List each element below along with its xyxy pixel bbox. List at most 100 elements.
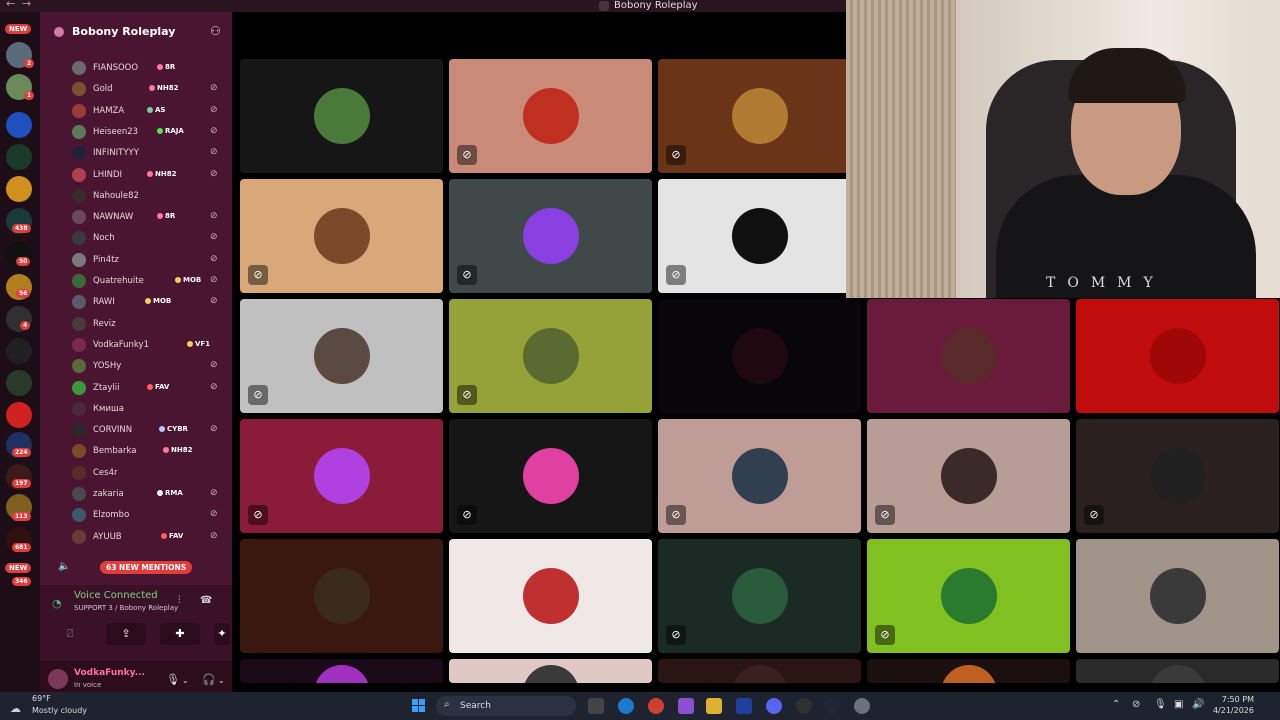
participant-tile[interactable] — [1076, 659, 1279, 683]
participant-tile[interactable] — [240, 539, 443, 653]
member-row[interactable]: FIANSOOO 8R — [72, 58, 222, 78]
member-row[interactable]: NAWNAW 8R ⊘ — [72, 207, 222, 227]
member-row[interactable]: Quatrehuite MOB ⊘ — [72, 271, 222, 291]
member-row[interactable]: AYUUB FAV ⊘ — [72, 527, 222, 547]
copilot-icon[interactable] — [678, 698, 694, 714]
new-pill-bottom[interactable]: NEW — [5, 563, 32, 573]
participant-tile[interactable]: ⊘ — [449, 419, 652, 533]
server-icon[interactable] — [6, 370, 32, 396]
add-member-icon[interactable]: ⚇ — [210, 24, 221, 38]
taskbar-search[interactable]: ⌕ Search — [436, 696, 576, 716]
server-icon[interactable] — [6, 402, 32, 428]
username[interactable]: VodkaFunky... — [74, 668, 145, 678]
participant-tile[interactable]: ⊘ — [240, 179, 443, 293]
new-pill-top[interactable]: NEW — [5, 24, 32, 34]
steam-icon[interactable] — [824, 698, 840, 714]
server-icon[interactable] — [6, 144, 32, 170]
participant-tile[interactable] — [240, 659, 443, 683]
member-row[interactable]: INFINITYYY ⊘ — [72, 143, 222, 163]
disconnect-icon[interactable]: ☎ — [200, 595, 212, 606]
member-row[interactable]: Кмиша — [72, 399, 222, 419]
server-icon[interactable] — [6, 112, 32, 138]
camera-off-icon[interactable]: ⍁ — [50, 623, 90, 645]
participant-tile[interactable] — [449, 539, 652, 653]
member-row[interactable]: Elzombo ⊘ — [72, 505, 222, 525]
participant-tile[interactable] — [658, 659, 861, 683]
network-icon[interactable]: ▣ — [1174, 699, 1183, 710]
task-view-icon[interactable] — [588, 698, 604, 714]
participant-tile[interactable]: ⊘ — [449, 59, 652, 173]
member-row[interactable]: Bembarka NH82 — [72, 441, 222, 461]
activities-button[interactable]: ✚ — [160, 623, 200, 645]
participant-tile[interactable]: ⊘ — [449, 299, 652, 413]
clock-time[interactable]: 7:50 PM — [1214, 695, 1254, 704]
member-row[interactable]: Ztaylii FAV ⊘ — [72, 378, 222, 398]
mic-tray-icon[interactable]: 🎙 — [1154, 699, 1167, 710]
clock-date[interactable]: 4/21/2026 — [1206, 706, 1254, 715]
participant-tile[interactable]: ⊘ — [867, 419, 1070, 533]
file-explorer-icon[interactable] — [706, 698, 722, 714]
member-row[interactable]: Nahoule82 — [72, 186, 222, 206]
voice-channel[interactable]: SUPPORT 3 / Bobony Roleplay — [74, 604, 178, 612]
server-icon[interactable] — [6, 176, 32, 202]
microphone-icon[interactable]: 🎙 — [166, 673, 180, 686]
member-row[interactable]: CORVINN CYBR ⊘ — [72, 420, 222, 440]
participant-tile[interactable] — [867, 299, 1070, 413]
participant-tile[interactable]: ⊘ — [449, 179, 652, 293]
windows-start-icon[interactable] — [412, 699, 426, 713]
participant-tile[interactable] — [449, 659, 652, 683]
weather-temp[interactable]: 69°F — [32, 694, 51, 703]
screen-share-button[interactable]: ⇪ — [106, 623, 146, 645]
chrome-icon[interactable] — [648, 698, 664, 714]
member-row[interactable]: Ces4r — [72, 463, 222, 483]
server-icon[interactable] — [6, 338, 32, 364]
bluetooth-off-icon[interactable]: ⊘ — [1132, 699, 1140, 710]
chevron-down-icon[interactable]: ⌄ — [182, 676, 189, 685]
volume-icon[interactable]: 🔊 — [1192, 699, 1204, 710]
member-row[interactable]: Gold NH82 ⊘ — [72, 79, 222, 99]
participant-tile[interactable]: ⊘ — [658, 539, 861, 653]
participant-tile[interactable] — [240, 59, 443, 173]
chevron-down-icon[interactable]: ⌄ — [218, 676, 225, 685]
search-label: Search — [460, 701, 491, 711]
weather-icon[interactable]: ☁ — [10, 702, 21, 715]
member-row[interactable]: YOSHy ⊘ — [72, 356, 222, 376]
edge-icon[interactable] — [618, 698, 634, 714]
participant-tile[interactable]: ⊘ — [658, 419, 861, 533]
new-mentions-pill[interactable]: 63 NEW MENTIONS — [100, 561, 193, 574]
member-row[interactable]: Heiseen23 RAJA ⊘ — [72, 122, 222, 142]
headphones-icon[interactable]: 🎧 — [202, 673, 216, 686]
back-arrow-icon[interactable]: ← — [6, 0, 15, 10]
chevron-down-icon[interactable]: ⌄ — [152, 24, 160, 34]
participant-tile[interactable] — [1076, 299, 1279, 413]
store-icon[interactable] — [736, 698, 752, 714]
member-row[interactable]: Pin4tz ⊘ — [72, 250, 222, 270]
participant-tile[interactable]: ⊘ — [867, 539, 1070, 653]
participant-tile[interactable] — [1076, 539, 1279, 653]
participant-tile[interactable]: ⊘ — [240, 299, 443, 413]
participant-tile[interactable]: ⊘ — [658, 179, 861, 293]
obs-icon[interactable] — [796, 698, 812, 714]
member-row[interactable]: LHINDI NH82 ⊘ — [72, 165, 222, 185]
participant-tile[interactable]: ⊘ — [658, 59, 861, 173]
participant-tile[interactable] — [658, 299, 861, 413]
member-row[interactable]: Reviz — [72, 314, 222, 334]
member-row[interactable]: HAMZA AS ⊘ — [72, 101, 222, 121]
participant-tile[interactable]: ⊘ — [1076, 419, 1279, 533]
forward-arrow-icon[interactable]: → — [22, 0, 31, 10]
noise-suppression-icon[interactable]: ⫶ — [178, 595, 181, 606]
member-row[interactable]: RAWI MOB ⊘ — [72, 292, 222, 312]
member-row[interactable]: VodkaFunky1 VF1 — [72, 335, 222, 355]
member-row[interactable]: zakaria RMA ⊘ — [72, 484, 222, 504]
soundboard-button[interactable]: ✦ — [214, 623, 230, 645]
server-header[interactable]: Bobony Roleplay ⌄ ⚇ — [40, 12, 232, 48]
settings-app-icon[interactable] — [854, 698, 870, 714]
member-row[interactable]: Noch ⊘ — [72, 228, 222, 248]
chevron-up-icon[interactable]: ⌃ — [1112, 699, 1120, 710]
signal-icon[interactable]: ◔ — [52, 597, 62, 610]
weather-desc[interactable]: Mostly cloudy — [32, 706, 87, 715]
participant-tile[interactable] — [867, 659, 1070, 683]
avatar[interactable] — [48, 669, 68, 689]
discord-icon[interactable] — [766, 698, 782, 714]
participant-tile[interactable]: ⊘ — [240, 419, 443, 533]
